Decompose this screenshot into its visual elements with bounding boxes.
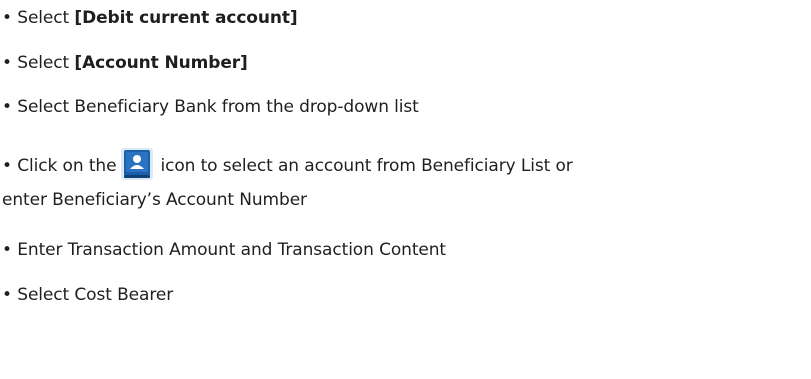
step-text: Select bbox=[17, 53, 75, 73]
step-click-icon-continuation: enter Beneficiary’s Account Number bbox=[2, 188, 307, 212]
debit-current-account-label: [Debit current account] bbox=[74, 8, 298, 28]
instruction-document: • Select [Debit current account] • Selec… bbox=[0, 0, 811, 379]
step-text: Click on the bbox=[17, 156, 117, 176]
step-click-icon: • Click on the icon to select an account… bbox=[2, 147, 573, 181]
bullet: • bbox=[2, 240, 12, 260]
step-text: enter Beneficiary’s Account Number bbox=[2, 190, 307, 210]
step-text-continued: icon to select an account from Beneficia… bbox=[160, 156, 573, 176]
step-enter-transaction: • Enter Transaction Amount and Transacti… bbox=[2, 238, 446, 262]
account-number-label: [Account Number] bbox=[74, 53, 248, 73]
bullet: • bbox=[2, 156, 12, 176]
bullet: • bbox=[2, 8, 12, 28]
bullet: • bbox=[2, 285, 12, 305]
step-text: Enter Transaction Amount and Transaction… bbox=[17, 240, 447, 260]
contact-book-icon bbox=[120, 147, 154, 181]
step-select-debit-account: • Select [Debit current account] bbox=[2, 6, 298, 30]
step-select-cost-bearer: • Select Cost Bearer bbox=[2, 283, 173, 307]
step-select-beneficiary-bank: • Select Beneficiary Bank from the drop-… bbox=[2, 95, 419, 119]
step-text: Select Beneficiary Bank from the drop-do… bbox=[17, 97, 419, 117]
bullet: • bbox=[2, 97, 12, 117]
step-text: Select Cost Bearer bbox=[17, 285, 174, 305]
step-select-account-number: • Select [Account Number] bbox=[2, 51, 248, 75]
step-text: Select bbox=[17, 8, 75, 28]
bullet: • bbox=[2, 53, 12, 73]
